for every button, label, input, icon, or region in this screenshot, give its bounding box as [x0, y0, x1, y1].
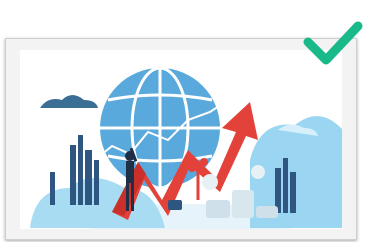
watering-can-icon [168, 200, 182, 210]
image-card [5, 38, 357, 240]
checkmark-icon [303, 21, 363, 65]
cloud-dark-left [40, 95, 98, 108]
economic-growth-illustration [30, 66, 342, 229]
illustration-scene [20, 50, 342, 229]
